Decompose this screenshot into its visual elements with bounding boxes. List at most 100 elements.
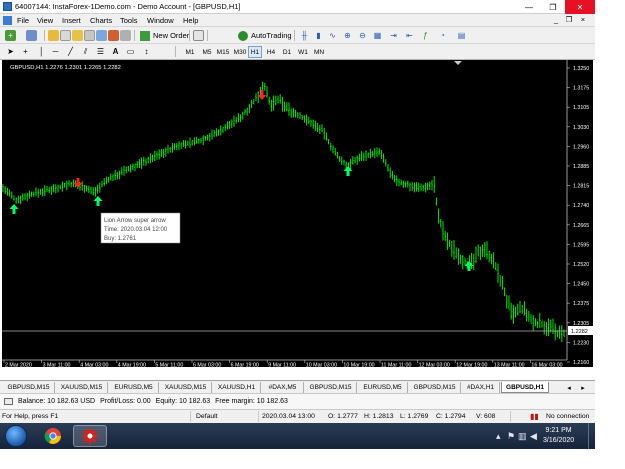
- chart-window-icon[interactable]: [3, 16, 12, 25]
- time-tick-label: 16 Mar 03:00: [531, 363, 562, 368]
- zoom-out-icon[interactable]: ⊖: [357, 30, 368, 41]
- time-tick-label: 5 Mar 11:00: [155, 363, 183, 368]
- label-tool-icon[interactable]: ▭: [125, 46, 136, 57]
- chart-header: GBPUSD,H1 1.2276 1.2301 1.2265 1.2282: [10, 65, 121, 71]
- chart-tab-active[interactable]: GBPUSD,H1: [501, 382, 549, 393]
- tabs-scroll-right-icon[interactable]: ▸: [576, 382, 590, 393]
- trendline-icon[interactable]: ╱: [65, 46, 76, 57]
- time-tick-label: 12 Mar 19:00: [456, 363, 487, 368]
- tabs-scroll-left-icon[interactable]: ◂: [562, 382, 576, 393]
- price-chart[interactable]: 1.3250 1.3175 1.3105 1.3030 1.2960 1.2885 1.28…: [2, 60, 593, 369]
- tooltip-name: Lion Arrow super arrow: [104, 218, 166, 224]
- price-tick-label: 1.2375: [573, 301, 589, 307]
- tray-network-icon[interactable]: ▥: [518, 431, 527, 442]
- autotrading-button[interactable]: AutoTrading: [236, 29, 294, 42]
- menu-tools[interactable]: Tools: [120, 16, 138, 25]
- arrows-tool-icon[interactable]: ↕: [141, 46, 152, 57]
- price-tick-label: 1.2230: [573, 340, 589, 346]
- tester-icon[interactable]: [96, 30, 107, 41]
- chart-tab[interactable]: EURUSD,M5: [109, 382, 159, 393]
- tray-volume-icon[interactable]: ◀: [530, 431, 537, 442]
- menu-file[interactable]: File: [17, 16, 29, 25]
- price-tick-label: 1.2595: [573, 242, 589, 248]
- start-button[interactable]: [5, 425, 27, 447]
- timeframe-w1[interactable]: W1: [296, 46, 310, 58]
- data-window-icon[interactable]: [60, 30, 71, 41]
- periods-icon[interactable]: ◔: [437, 30, 448, 41]
- terminal-icon[interactable]: [84, 30, 95, 41]
- maximize-button[interactable]: ❐: [541, 0, 565, 14]
- timeframe-mn[interactable]: MN: [311, 46, 327, 58]
- current-price-label: 1.2282: [571, 329, 588, 335]
- menu-view[interactable]: View: [37, 16, 53, 25]
- chart-shift-icon[interactable]: ⇥: [388, 30, 399, 41]
- chart-tab[interactable]: #DAX,M5: [262, 382, 304, 393]
- child-minimize-button[interactable]: _: [550, 15, 562, 24]
- cursor-icon[interactable]: ➤: [5, 46, 16, 57]
- timeframe-d1[interactable]: D1: [280, 46, 294, 58]
- timeframe-m15[interactable]: M15: [215, 46, 231, 58]
- vertical-line-icon[interactable]: │: [36, 46, 47, 57]
- child-close-button[interactable]: ×: [577, 15, 589, 24]
- zoom-in-icon[interactable]: ⊕: [342, 30, 353, 41]
- price-tick-label: 1.3250: [573, 66, 589, 72]
- menu-help[interactable]: Help: [183, 16, 198, 25]
- market-watch-icon[interactable]: [48, 30, 59, 41]
- text-tool-icon[interactable]: A: [110, 46, 121, 57]
- profiles-icon[interactable]: [26, 30, 37, 41]
- tray-expand-icon[interactable]: ▴: [496, 431, 501, 442]
- taskbar-metatrader[interactable]: [73, 425, 107, 447]
- menu-charts[interactable]: Charts: [90, 16, 112, 25]
- new-chart-icon[interactable]: +: [5, 30, 16, 41]
- price-tick-label: 1.2305: [573, 321, 589, 327]
- price-tick-label: 1.3105: [573, 105, 589, 111]
- minimize-button[interactable]: —: [517, 0, 541, 14]
- timeframe-m30[interactable]: M30: [232, 46, 248, 58]
- price-tick-label: 1.2960: [573, 144, 589, 150]
- autoscroll-icon[interactable]: ⇤: [404, 30, 415, 41]
- line-chart-icon[interactable]: ∿: [327, 30, 338, 41]
- candlestick-icon[interactable]: ▮: [313, 30, 324, 41]
- bar-low: L: 1.2769: [400, 413, 429, 420]
- metaeditor-icon[interactable]: [108, 30, 119, 41]
- menu-window[interactable]: Window: [147, 16, 174, 25]
- chart-tab[interactable]: XAUUSD,H1: [213, 382, 261, 393]
- channel-icon[interactable]: ⫽: [80, 46, 91, 57]
- chart-tab[interactable]: EURUSD,M5: [358, 382, 408, 393]
- chart-window[interactable]: 1.3250 1.3175 1.3105 1.3030 1.2960 1.2885 1.28…: [2, 60, 593, 369]
- options-icon[interactable]: [120, 30, 131, 41]
- taskbar-clock[interactable]: 9:21 PM 3/16/2020: [543, 426, 574, 446]
- taskbar-chrome[interactable]: [36, 425, 70, 447]
- chart-tab[interactable]: XAUUSD,M15: [56, 382, 108, 393]
- terminal-panel: Balance: 10 182.63 USD Profit/Loss: 0.00…: [0, 393, 595, 410]
- timeframe-m5[interactable]: M5: [199, 46, 215, 58]
- close-button[interactable]: ✕: [565, 0, 595, 14]
- tray-flag-icon[interactable]: ⚑: [507, 431, 515, 442]
- child-restore-button[interactable]: ❐: [563, 15, 575, 24]
- chart-tab[interactable]: XAUUSD,M15: [160, 382, 212, 393]
- chart-tab[interactable]: #DAX,H1: [462, 382, 500, 393]
- navigator-icon[interactable]: [72, 30, 83, 41]
- indicators-icon[interactable]: ƒ: [420, 30, 431, 41]
- arrow-tooltip: Lion Arrow super arrow Time: 2020.03.04 …: [100, 212, 181, 244]
- chart-tab[interactable]: GBPUSD,M15: [3, 382, 55, 393]
- show-desktop-button[interactable]: [588, 423, 595, 449]
- tooltip-time: Time: 2020.03.04 12:00: [104, 227, 168, 233]
- bar-chart-icon[interactable]: ╫: [299, 30, 310, 41]
- chart-tabs: GBPUSD,M15 XAUUSD,M15 EURUSD,M5 XAUUSD,M…: [0, 380, 595, 393]
- time-tick-label: 4 Mar 03:00: [80, 363, 108, 368]
- horizontal-line-icon[interactable]: ─: [50, 46, 61, 57]
- time-tick-label: 10 Mar 19:00: [343, 363, 374, 368]
- meta-quotes-icon[interactable]: [193, 30, 204, 41]
- timeframe-h1[interactable]: H1: [248, 46, 262, 58]
- menu-insert[interactable]: Insert: [62, 16, 81, 25]
- timeframe-m1[interactable]: M1: [182, 46, 198, 58]
- timeframe-h4[interactable]: H4: [264, 46, 278, 58]
- tile-windows-icon[interactable]: ▦: [372, 30, 383, 41]
- chart-tab[interactable]: GBPUSD,M15: [305, 382, 357, 393]
- new-order-button[interactable]: New Order: [138, 29, 191, 42]
- chart-tab[interactable]: GBPUSD,M15: [409, 382, 461, 393]
- templates-icon[interactable]: ▤: [456, 30, 467, 41]
- fibonacci-icon[interactable]: ☰: [95, 46, 106, 57]
- crosshair-icon[interactable]: +: [20, 46, 31, 57]
